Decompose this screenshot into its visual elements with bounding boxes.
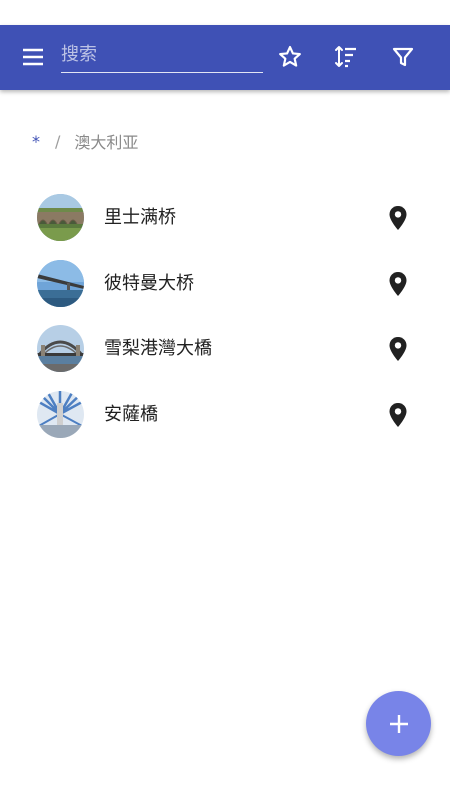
item-title: 里士满桥 — [104, 207, 176, 228]
item-title: 彼特曼大桥 — [104, 272, 194, 294]
breadcrumb: * / 澳大利亚 — [32, 130, 139, 153]
plus-icon — [389, 714, 408, 733]
list-item[interactable]: 彼特曼大桥 — [0, 251, 450, 317]
map-pin-button[interactable] — [381, 267, 415, 301]
status-bar — [0, 0, 450, 25]
list-item[interactable]: 安薩橋 — [0, 382, 450, 448]
list-item[interactable]: 里士满桥 — [0, 185, 450, 251]
breadcrumb-separator: / — [55, 131, 61, 151]
add-fab-button[interactable] — [366, 691, 431, 756]
map-pin-icon — [389, 402, 407, 427]
filter-icon — [392, 47, 414, 67]
menu-icon[interactable] — [15, 39, 51, 75]
item-title: 安薩橋 — [104, 403, 158, 425]
thumbnail-anzac-bridge — [37, 390, 84, 438]
bridge-list: 里士满桥 彼特曼大桥 雪梨港灣大橋 安薩橋 — [0, 185, 450, 447]
map-pin-icon — [389, 337, 407, 361]
map-pin-button[interactable] — [381, 332, 415, 366]
sort-icon — [335, 46, 356, 68]
breadcrumb-current: 澳大利亚 — [74, 133, 139, 152]
map-pin-icon — [389, 206, 407, 230]
map-pin-icon — [389, 271, 407, 296]
star-outline-icon — [279, 45, 301, 67]
search-input[interactable] — [61, 37, 263, 72]
sort-button[interactable] — [328, 39, 364, 75]
map-pin-button[interactable] — [381, 398, 415, 432]
favorites-button[interactable] — [272, 39, 308, 75]
thumbnail-pyrmont-bridge — [37, 259, 84, 307]
thumbnail-harbour-bridge — [37, 325, 84, 372]
top-app-bar — [0, 25, 450, 90]
filter-button[interactable] — [385, 39, 421, 75]
thumbnail-stone-arch-bridge — [37, 194, 84, 241]
list-item[interactable]: 雪梨港灣大橋 — [0, 316, 450, 382]
breadcrumb-root[interactable]: * — [32, 132, 40, 151]
search-field[interactable] — [61, 37, 263, 73]
map-pin-button[interactable] — [381, 201, 415, 235]
item-title: 雪梨港灣大橋 — [104, 338, 212, 359]
